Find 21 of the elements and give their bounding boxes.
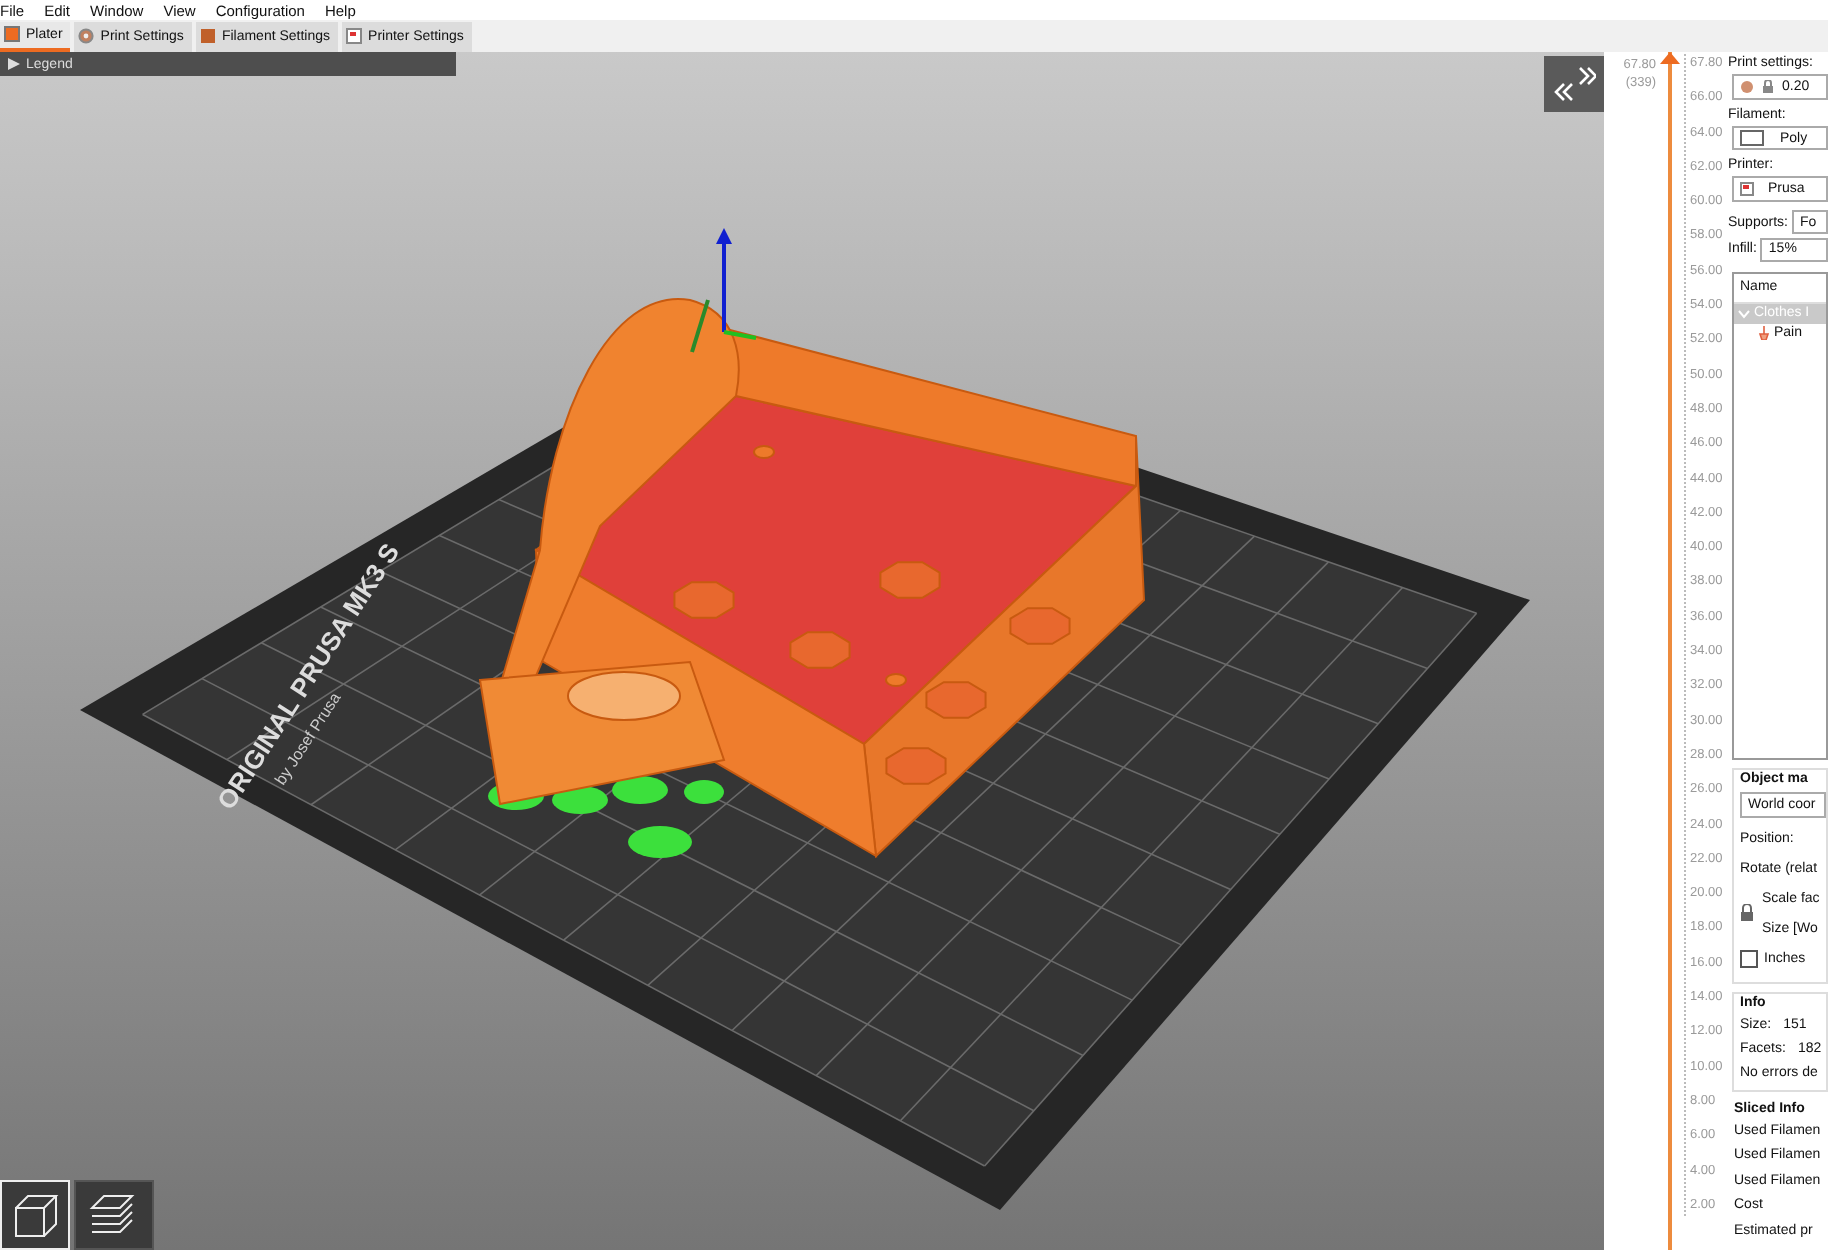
preview-button[interactable] [74, 1180, 154, 1250]
3d-view-button[interactable] [0, 1180, 70, 1250]
spool-icon [199, 28, 216, 44]
triangle-icon [8, 58, 20, 70]
lock-icon [1740, 904, 1754, 922]
printer-icon [346, 28, 363, 44]
layer-slider-thumb[interactable] [1660, 52, 1680, 64]
gear-icon [78, 28, 95, 44]
caret-icon [1738, 307, 1750, 320]
lock-icon [1762, 79, 1774, 94]
printer-icon [1740, 182, 1754, 197]
plater-icon [4, 26, 20, 42]
color-swatch-icon [1740, 130, 1764, 147]
collapse-sidebar-button[interactable] [1544, 56, 1604, 112]
gear-icon [1740, 79, 1754, 94]
axes-drawing [690, 228, 757, 353]
paint-brush-icon [1758, 326, 1770, 341]
inches-checkbox[interactable] [1740, 950, 1758, 968]
chevrons-icon [1552, 64, 1596, 104]
layers-icon [88, 1191, 140, 1239]
cube-icon [11, 1191, 59, 1239]
